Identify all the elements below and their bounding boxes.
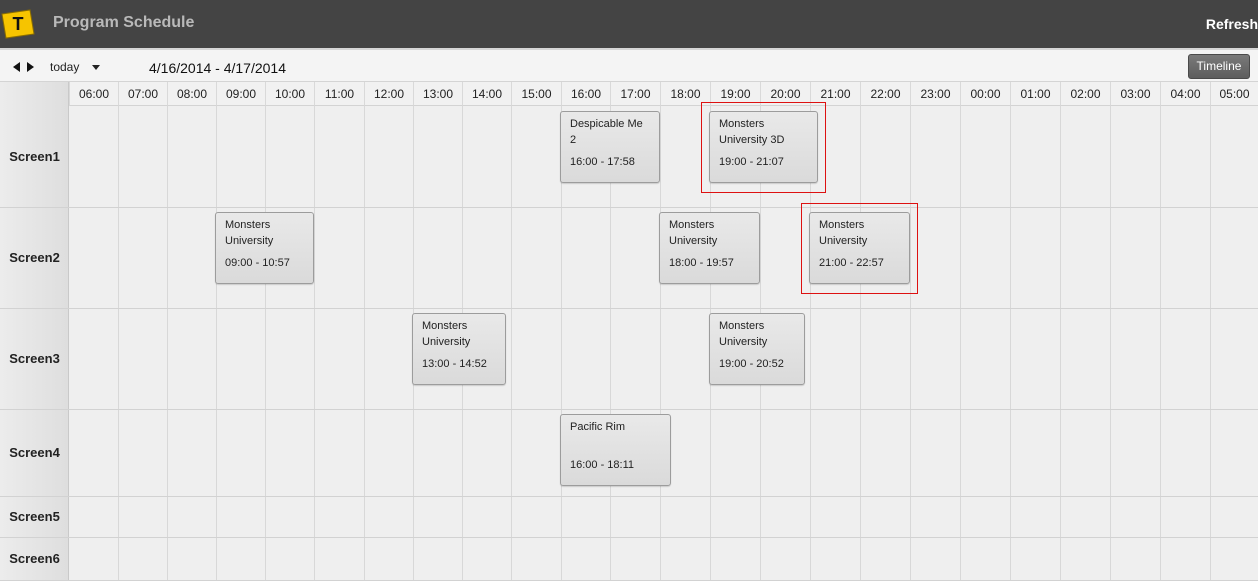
highlight-box [801,203,918,294]
grid-divider [0,308,1258,309]
previous-arrow-icon[interactable] [13,62,20,72]
hour-header: 00:00 [960,82,1010,106]
event-time: 09:00 - 10:57 [225,257,290,269]
hour-header: 11:00 [314,82,364,106]
app-header: T Program Schedule Refresh [0,0,1258,48]
schedule-event[interactable]: Pacific Rim 16:00 - 18:11 [560,414,671,486]
caret-down-icon[interactable] [92,65,100,70]
grid-divider [314,106,315,580]
event-title: Monsters University [422,320,471,348]
hour-header: 10:00 [265,82,314,106]
hour-header: 02:00 [1060,82,1110,106]
grid-divider [860,106,861,580]
hour-header: 16:00 [561,82,610,106]
event-title: Monsters University [719,320,768,348]
hour-header: 06:00 [69,82,118,106]
hour-header: 08:00 [167,82,216,106]
screen-label: Screen3 [9,350,60,366]
grid-divider [960,106,961,580]
toolbar: today 4/16/2014 - 4/17/2014 Timeline [0,48,1258,82]
grid-divider [0,207,1258,208]
grid-divider [265,106,266,580]
grid-divider [364,106,365,580]
hour-header: 22:00 [860,82,910,106]
screen-label: Screen4 [9,444,60,460]
grid-divider [1210,106,1211,580]
screen-label: Screen1 [9,148,60,164]
hour-header: 13:00 [413,82,462,106]
event-time: 19:00 - 20:52 [719,358,784,370]
app-title: Program Schedule [53,14,195,31]
grid-divider [1060,106,1061,580]
screen-label: Screen5 [9,508,60,524]
grid-divider [910,106,911,580]
timeline-view-button[interactable]: Timeline [1188,54,1250,79]
hour-header: 14:00 [462,82,511,106]
schedule-event[interactable]: Monsters University 18:00 - 19:57 [659,212,760,284]
date-range: 4/16/2014 - 4/17/2014 [149,60,287,76]
app-logo-icon: T [1,9,35,39]
hour-header: 15:00 [511,82,561,106]
event-title: Despicable Me 2 [570,118,643,146]
event-time: 16:00 - 17:58 [570,156,635,168]
schedule-event[interactable]: Monsters University 09:00 - 10:57 [215,212,314,284]
hour-header: 09:00 [216,82,265,106]
hour-header: 12:00 [364,82,413,106]
event-time: 16:00 - 18:11 [570,459,635,471]
hour-header: 05:00 [1210,82,1258,106]
grid-divider [216,106,217,580]
schedule-event[interactable]: Monsters University 19:00 - 20:52 [709,313,805,385]
event-title: Pacific Rim [570,421,626,433]
event-title: Monsters University [225,219,274,247]
grid-divider [0,537,1258,538]
refresh-button[interactable]: Refresh [1206,16,1258,32]
grid-divider [0,409,1258,410]
screen-label: Screen6 [9,550,60,566]
hour-header: 07:00 [118,82,167,106]
event-title: Monsters University [669,219,718,247]
hour-header: 03:00 [1110,82,1160,106]
hour-header: 23:00 [910,82,960,106]
hour-header: 04:00 [1160,82,1210,106]
grid-divider [1010,106,1011,580]
event-time: 13:00 - 14:52 [422,358,487,370]
schedule-event[interactable]: Despicable Me 2 16:00 - 17:58 [560,111,660,183]
next-arrow-icon[interactable] [27,62,34,72]
grid-divider [1160,106,1161,580]
hour-header: 01:00 [1010,82,1060,106]
event-time: 18:00 - 19:57 [669,257,734,269]
screen-label: Screen2 [9,249,60,265]
highlight-box [701,102,826,193]
svg-text:T: T [13,14,24,34]
schedule-event[interactable]: Monsters University 13:00 - 14:52 [412,313,506,385]
grid-divider [1110,106,1111,580]
grid-divider [0,496,1258,497]
grid-divider [660,106,661,580]
grid-divider [167,106,168,580]
grid-divider [511,106,512,580]
today-dropdown[interactable]: today [50,60,79,74]
hour-header: 17:00 [610,82,660,106]
schedule-grid: 06:00 07:00 08:00 09:00 10:00 11:00 12:00 13:00… [0,82,1258,581]
grid-divider [118,106,119,580]
